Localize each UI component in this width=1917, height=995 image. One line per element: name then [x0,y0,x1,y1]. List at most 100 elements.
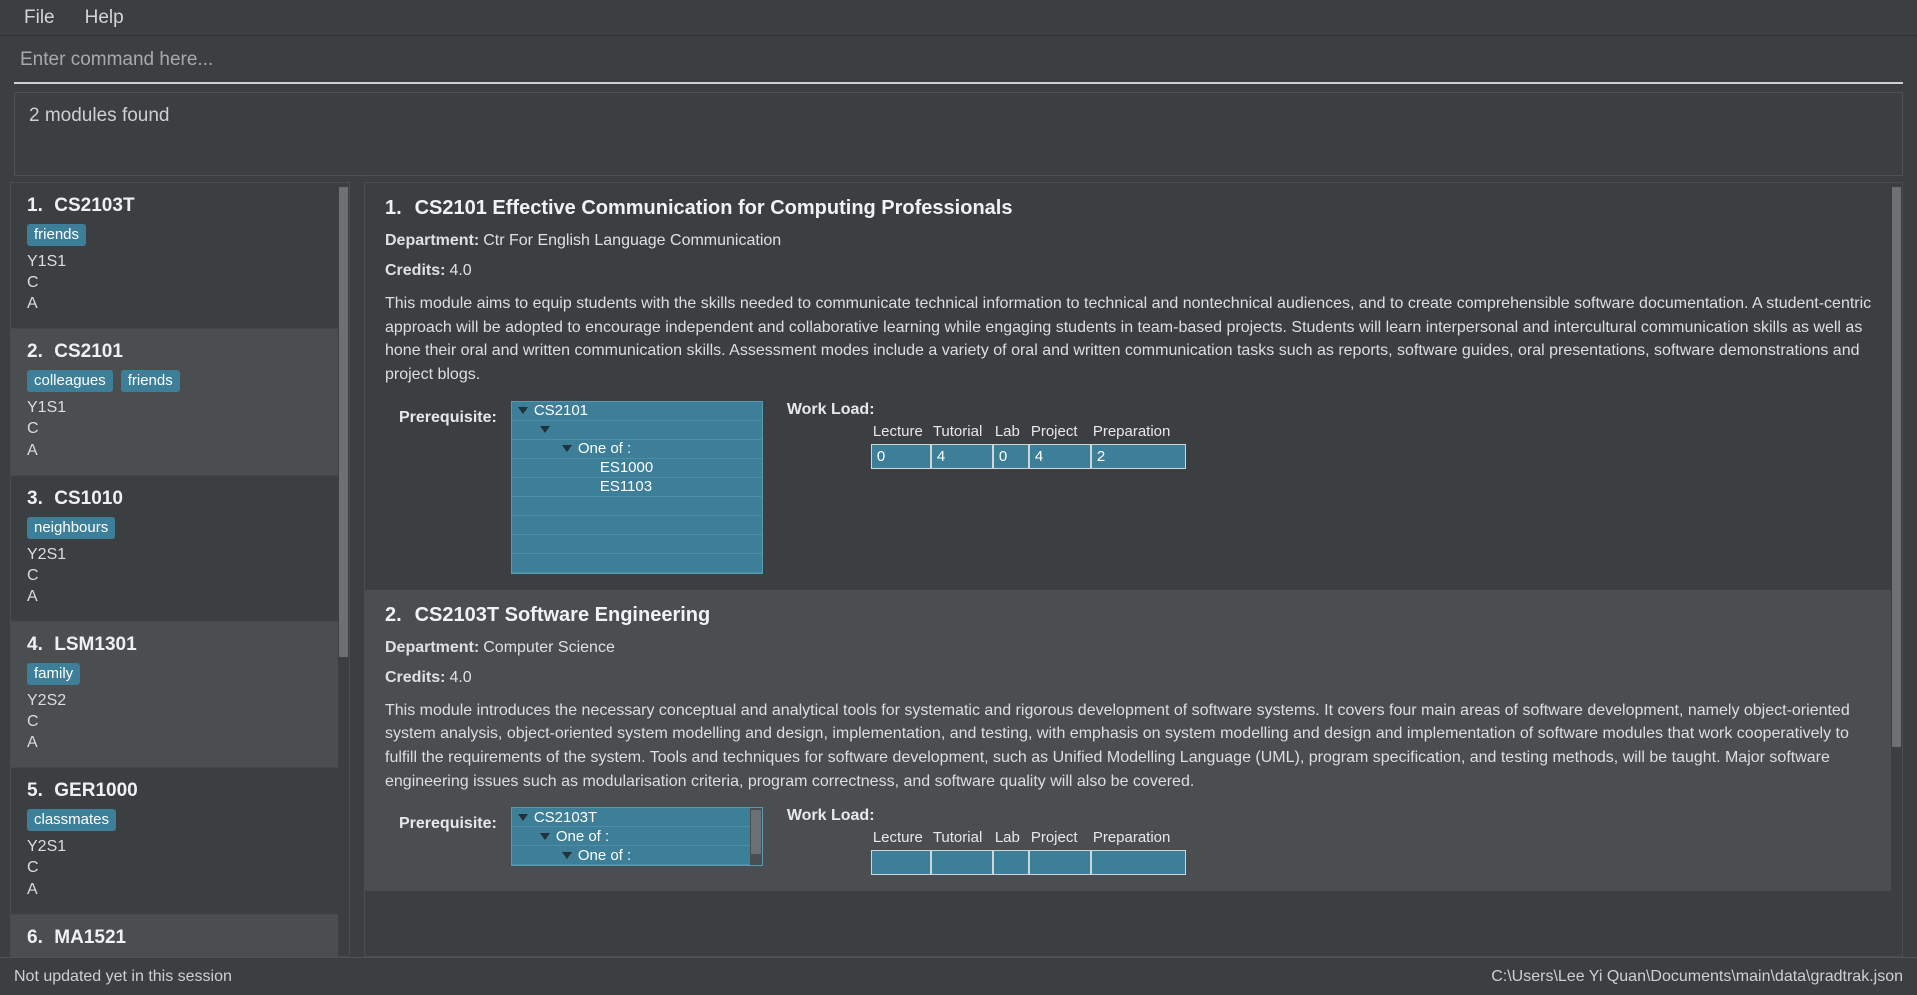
module-detail-scrollbar-thumb[interactable] [1892,187,1901,747]
sync-status-text: Not updated yet in this session [14,967,232,985]
list-item-semester: Y2S1 [27,838,67,856]
menu-item-help[interactable]: Help [73,3,136,33]
chevron-down-icon[interactable] [539,832,550,840]
workload-header-tutorial: Tutorial [932,422,983,440]
prerequisite-label: Prerequisite: [399,408,497,426]
command-input[interactable] [14,44,1903,84]
tree-row[interactable]: ES1103 [511,478,762,497]
tag: friends [120,370,180,393]
list-item-tags: friends [27,224,333,246]
list-item-line2: C [27,274,39,292]
main-content: 1. CS2103T friends Y1S1 C A 2. CS2101 co… [0,182,1917,957]
module-department-row: Department: Computer Science [385,639,1882,657]
list-item[interactable]: 6. MA1521 [11,914,349,956]
list-item-index: 1. [27,195,43,216]
list-item-code: LSM1301 [54,633,137,655]
module-code-name: CS2103T Software Engineering [415,604,711,626]
tag: classmates [27,809,117,832]
save-location-text: C:\Users\Lee Yi Quan\Documents\main\data… [1491,967,1903,985]
credits-label: Credits: [385,668,446,686]
workload-table: Lecture Tutorial Lab Project Preparation [870,829,1186,876]
tree-row[interactable] [511,421,762,440]
list-item-semester: Y2S1 [27,545,67,563]
list-item-tags: colleagues friends [27,370,333,393]
module-name: Software Engineering [504,603,711,626]
chevron-down-icon[interactable] [517,813,528,821]
chevron-down-icon[interactable] [539,426,550,434]
prerequisite-label: Prerequisite: [399,815,497,833]
tree-row[interactable]: CS2103T [511,808,762,828]
list-item-code: CS2103T [54,195,135,216]
department-value: Ctr For English Language Communication [483,232,782,249]
module-code: CS2103T [414,603,500,626]
workload-value-preparation: 2 [1090,443,1186,469]
chevron-down-icon[interactable] [561,445,572,453]
module-detail-scroll: 1. CS2101 Effective Communication for Co… [365,183,1902,956]
list-item[interactable]: 4. LSM1301 family Y2S2 C A [11,621,349,769]
module-detail-scrollbar[interactable] [1891,183,1902,956]
credits-label: Credits: [385,262,446,279]
list-item-index: 2. [27,341,43,363]
tree-row[interactable]: One of : [511,440,762,459]
result-display-container: 2 modules found [0,84,1917,182]
prerequisite-tree[interactable]: CS2103T One of : One of : [510,807,763,867]
department-value: Computer Science [483,638,615,656]
tree-row[interactable]: ES1000 [511,459,762,478]
workload-value-project [1028,850,1091,876]
tag: friends [27,224,87,246]
list-item-code: GER1000 [54,780,138,802]
tree-row[interactable]: CS2101 [511,402,762,421]
list-item[interactable]: 3. CS1010 neighbours Y2S1 C A [11,475,349,622]
list-item-semester: Y1S1 [27,253,67,270]
list-item-line2: C [27,713,39,731]
workload-value-preparation [1090,850,1186,876]
workload-header-project: Project [1030,422,1078,440]
prerequisite-tree-scrollbar[interactable] [749,808,762,866]
workload-value-lecture: 0 [870,443,931,469]
chevron-down-icon[interactable] [517,407,528,415]
module-code: CS2101 [414,197,487,219]
tree-row-label: CS2103T [533,808,598,826]
menu-bar: File Help [0,0,1917,36]
list-item[interactable]: 1. CS2103T friends Y1S1 C A [11,183,349,330]
tree-row-label: One of : [555,827,610,845]
list-item-semester: Y2S2 [27,691,67,709]
module-title: 1. CS2101 Effective Communication for Co… [385,197,1882,220]
module-detail-panel: 1. CS2101 Effective Communication for Co… [364,182,1903,957]
tag: colleagues [27,370,113,393]
prerequisite-tree-scrollbar-thumb[interactable] [750,810,761,855]
tree-row[interactable]: One of : [511,827,762,847]
tree-row-empty [511,497,762,516]
chevron-down-icon[interactable] [561,851,572,859]
list-item-line3: A [27,295,38,313]
tag: family [27,662,81,685]
workload-label: Work Load: [786,807,875,825]
list-item-title: 6. MA1521 [27,927,333,949]
workload-value-row [870,850,1186,876]
workload-group: Work Load: Lecture Tutorial Lab Project … [786,807,1186,876]
menu-item-file[interactable]: File [12,3,67,33]
list-item[interactable]: 2. CS2101 colleagues friends Y1S1 C A [11,329,349,476]
module-department-row: Department: Ctr For English Language Comm… [385,232,1882,250]
tree-row-label: One of : [577,440,632,458]
module-list-scrollbar-thumb[interactable] [339,187,348,657]
module-description: This module introduces the necessary con… [385,701,1850,790]
result-display: 2 modules found [14,92,1903,176]
tree-row-empty [511,535,762,554]
list-item-title: 3. CS1010 [27,488,333,510]
credits-value: 4.0 [449,668,472,686]
application-window: File Help 2 modules found 1. CS2103T fri… [0,0,1917,995]
module-list-scrollbar[interactable] [338,183,349,956]
workload-value-tutorial [930,850,993,876]
tree-row-label: ES1000 [599,459,654,477]
prerequisite-tree[interactable]: CS2101 One of : ES1000 ES1103 [510,400,763,574]
list-item[interactable]: 5. GER1000 classmates Y2S1 C A [11,768,349,915]
list-item-line2: C [27,420,39,438]
workload-header-lab: Lab [994,422,1020,440]
tree-row[interactable]: One of : [511,846,762,866]
workload-header-tutorial: Tutorial [932,829,983,847]
list-item-index: 4. [27,633,43,655]
workload-value-lecture [870,850,931,876]
list-item-code: CS1010 [54,487,123,509]
department-label: Department: [385,232,480,249]
